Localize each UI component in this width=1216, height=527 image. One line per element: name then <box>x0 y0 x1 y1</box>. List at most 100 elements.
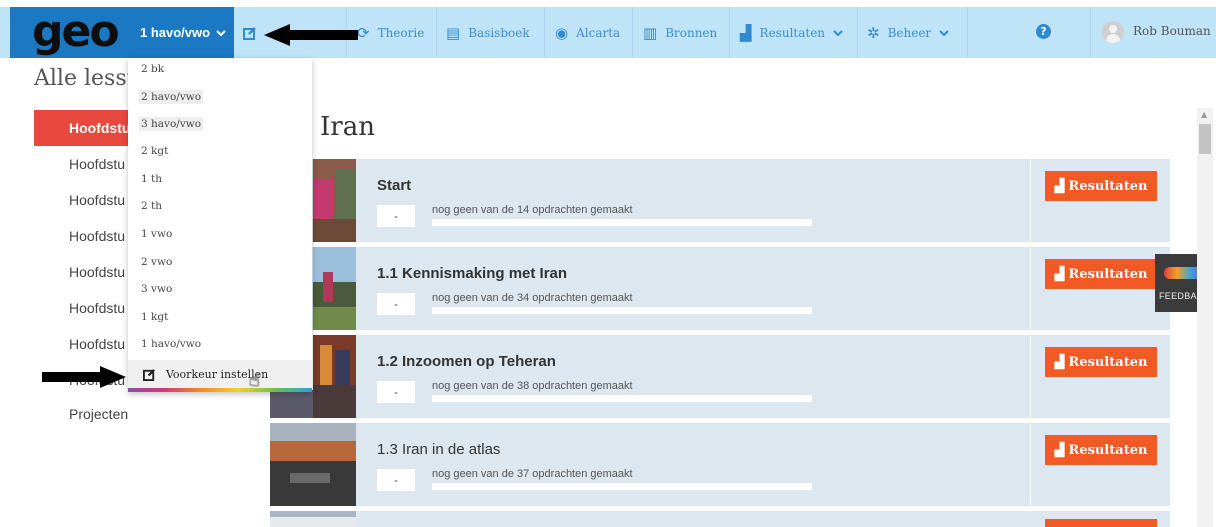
card-divider <box>1030 159 1031 242</box>
results-button[interactable]: ▟ Resultaten <box>1045 347 1157 377</box>
dropdown-option[interactable]: 2 kgt <box>141 145 168 157</box>
lesson-card[interactable]: 1.3 Iran in de atlas - nog geen van de 3… <box>270 423 1170 506</box>
nav-item-label: Alcarta <box>576 25 621 40</box>
results-button-label: Resultaten <box>1068 178 1148 194</box>
annotation-arrow-shaft <box>42 372 102 382</box>
chart-icon: ▟ <box>1054 354 1065 370</box>
nav-item-label: Basisboek <box>468 25 530 40</box>
lesson-score: - <box>377 293 415 315</box>
lesson-thumbnail <box>270 511 356 527</box>
hand-cursor-icon: ☝ <box>249 370 260 391</box>
nav-item-theorie[interactable]: ⟳ Theorie <box>357 7 424 58</box>
dropdown-option[interactable]: 3 vwo <box>141 283 172 295</box>
lesson-progress-bar <box>432 483 812 490</box>
nav-separator <box>729 7 730 58</box>
rainbow-divider <box>128 388 312 392</box>
results-button-label: Resultaten <box>1068 442 1148 458</box>
sidebar-item-projecten[interactable]: Projecten <box>34 396 194 432</box>
lesson-title[interactable]: 1.1 Kennismaking met Iran <box>377 265 567 282</box>
nav-item-bronnen[interactable]: ▥ Bronnen <box>643 7 717 58</box>
chart-icon: ▟ <box>740 23 752 42</box>
results-button[interactable]: ▟ Resultaten <box>1045 171 1157 201</box>
edit-nav-button[interactable] <box>243 7 257 58</box>
dropdown-option[interactable]: 2 vwo <box>141 256 172 268</box>
lesson-thumbnail <box>313 159 356 242</box>
results-button[interactable]: ▟ Resultaten <box>1045 259 1157 289</box>
dropdown-option[interactable]: 2 havo/vwo <box>139 90 204 104</box>
lesson-progress-bar <box>432 307 812 314</box>
card-divider <box>1030 423 1031 506</box>
lesson-score: - <box>377 469 415 491</box>
dropdown-option[interactable]: 1 havo/vwo <box>141 338 201 350</box>
lesson-progress-text: nog geen van de 37 opdrachten gemaakt <box>432 468 633 480</box>
scroll-thumb[interactable] <box>1199 124 1211 154</box>
nav-item-label: Bronnen <box>665 25 718 40</box>
refresh-icon: ⟳ <box>357 23 370 42</box>
lesson-progress-bar <box>432 395 812 402</box>
lesson-card[interactable]: 1.1 Kennismaking met Iran - nog geen van… <box>270 247 1170 330</box>
nav-separator <box>1090 7 1091 58</box>
chart-icon: ▟ <box>1054 442 1065 458</box>
help-icon[interactable]: ? <box>1036 24 1051 39</box>
results-button-label: Resultaten <box>1068 266 1148 282</box>
nav-item-alcarta[interactable]: ◉ Alcarta <box>555 7 620 58</box>
nav-item-beheer[interactable]: ✲ Beheer <box>867 7 949 58</box>
lesson-progress-text: nog geen van de 34 opdrachten gemaakt <box>432 292 633 304</box>
nav-separator <box>857 7 858 58</box>
dropdown-option[interactable]: 3 havo/vwo <box>139 117 204 131</box>
level-selector-label: 1 havo/vwo <box>140 25 211 40</box>
nav-item-resultaten[interactable]: ▟ Resultaten <box>740 7 843 58</box>
nav-item-label: Beheer <box>887 25 932 40</box>
chart-icon: ▟ <box>1054 266 1065 282</box>
open-book-icon: ▥ <box>643 23 658 42</box>
nav-separator <box>632 7 633 58</box>
chevron-down-icon <box>216 29 226 36</box>
lesson-card[interactable]: 1.2 Inzoomen op Teheran - nog geen van d… <box>270 335 1170 418</box>
level-selector-button[interactable]: 1 havo/vwo <box>128 7 234 58</box>
nav-separator <box>544 7 545 58</box>
card-divider <box>1030 335 1031 418</box>
lesson-title[interactable]: 1.3 Iran in de atlas <box>377 441 500 458</box>
user-name[interactable]: Rob Bouman <box>1133 24 1211 38</box>
level-dropdown: 2 bk 2 havo/vwo 3 havo/vwo 2 kgt 1 th 2 … <box>128 58 312 392</box>
nav-item-basisboek[interactable]: ▤ Basisboek <box>446 7 530 58</box>
annotation-arrow-head-icon <box>264 24 290 46</box>
book-icon: ▤ <box>446 23 461 42</box>
nav-separator <box>436 7 437 58</box>
avatar[interactable] <box>1102 21 1124 43</box>
lesson-progress-text: nog geen van de 38 opdrachten gemaakt <box>432 380 633 392</box>
nav-separator <box>967 7 968 58</box>
dropdown-option[interactable]: 2 bk <box>141 63 164 75</box>
results-button[interactable]: ▟ Resultaten <box>1045 435 1157 465</box>
page-title: Iran <box>320 112 375 142</box>
card-divider <box>1030 247 1031 330</box>
lesson-progress-bar <box>432 219 812 226</box>
dropdown-option[interactable]: 1 vwo <box>141 228 172 240</box>
globe-icon: ◉ <box>555 23 569 42</box>
edit-icon <box>243 26 256 40</box>
nav-item-label: Theorie <box>377 25 425 40</box>
lesson-score: - <box>377 205 415 227</box>
lesson-score: - <box>377 381 415 403</box>
chart-icon: ▟ <box>1054 178 1065 194</box>
lesson-card[interactable]: Start - nog geen van de 14 opdrachten ge… <box>270 159 1170 242</box>
logo-text: geo <box>32 6 120 57</box>
scrollbar[interactable]: ▲ <box>1197 108 1213 527</box>
dropdown-option[interactable]: 1 kgt <box>141 311 168 323</box>
scroll-up-icon[interactable]: ▲ <box>1201 110 1207 119</box>
nav-item-label: Resultaten <box>759 25 826 40</box>
lesson-title[interactable]: Start <box>377 177 411 194</box>
lesson-progress-text: nog geen van de 14 opdrachten gemaakt <box>432 204 633 216</box>
lesson-thumbnail <box>313 247 356 330</box>
dropdown-option[interactable]: 1 th <box>141 173 162 185</box>
annotation-arrow-shaft <box>288 30 358 40</box>
results-button[interactable] <box>1045 519 1157 527</box>
logo[interactable]: geo <box>10 7 128 58</box>
lesson-thumbnail <box>270 423 356 506</box>
lesson-title[interactable]: 1.2 Inzoomen op Teheran <box>377 353 556 370</box>
dropdown-option[interactable]: 2 th <box>141 200 162 212</box>
gear-icon: ✲ <box>867 23 880 42</box>
lesson-card-partial[interactable] <box>270 511 1170 527</box>
preference-menu-item[interactable]: Voorkeur instellen <box>128 360 312 388</box>
edit-icon <box>143 368 155 381</box>
